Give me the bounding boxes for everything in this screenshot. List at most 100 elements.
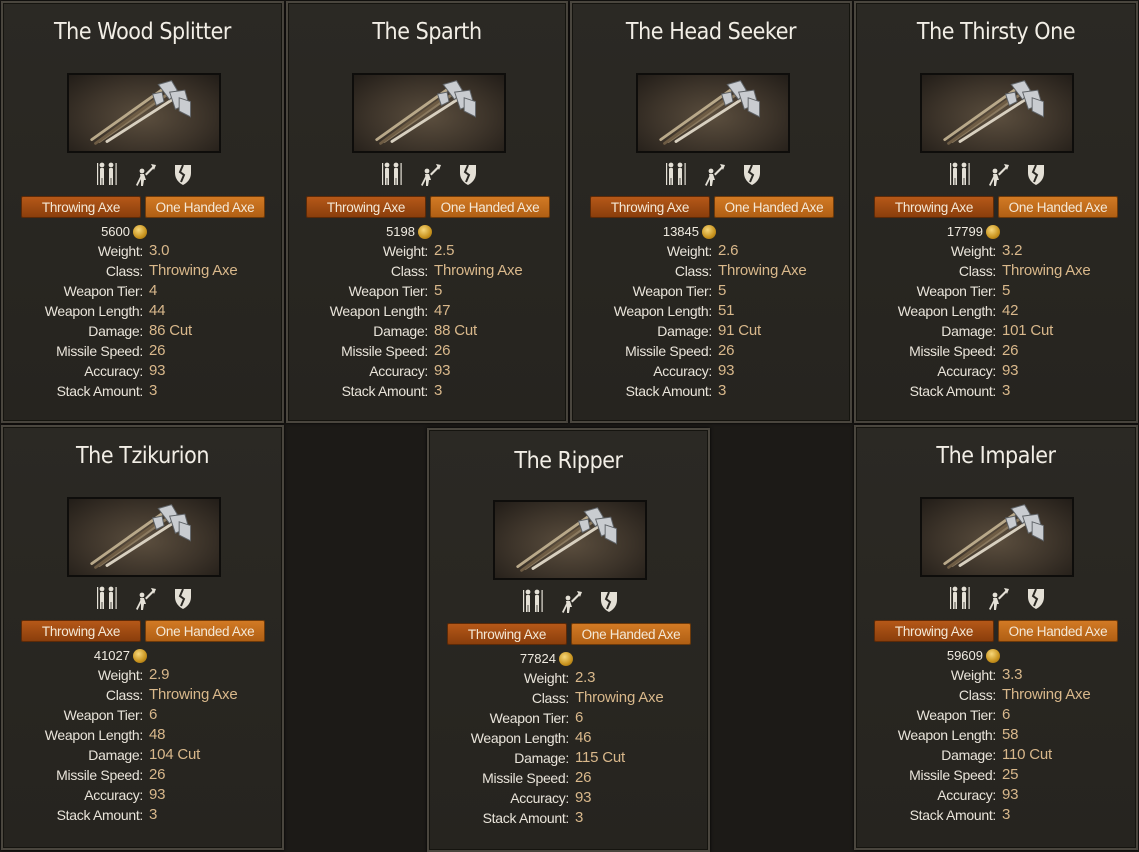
stat-value: 25 (1002, 766, 1019, 783)
stat-value: 93 (149, 362, 166, 379)
stat-label: Weight: (666, 243, 712, 259)
stat-value: 6 (149, 706, 158, 723)
stat-value: 58 (1002, 726, 1019, 743)
stat-label: Class: (105, 263, 143, 279)
weapon-image (67, 73, 221, 153)
stat-value: Throwing Axe (1002, 262, 1091, 279)
stat-label: Weapon Length: (44, 727, 144, 743)
stat-label: Class: (958, 263, 996, 279)
stat-value: 3 (1002, 382, 1011, 399)
weapon-card-0[interactable]: The Wood Splitter Throwing Axe One Hande… (1, 1, 284, 423)
stat-row-stack: Stack Amount: 3 (572, 381, 848, 401)
stat-value: 26 (1002, 342, 1019, 359)
stat-value: 2.6 (718, 242, 739, 259)
stat-label: Damage: (88, 323, 143, 339)
stats-list: Weight: 2.3 Class: Throwing Axe Weapon Tier:… (429, 668, 705, 828)
stat-value: 93 (434, 362, 451, 379)
stat-value: 26 (575, 769, 592, 786)
shield-breaker-icon (456, 161, 480, 187)
stat-label: Missile Speed: (56, 343, 143, 359)
stat-label: Stack Amount: (909, 383, 997, 399)
shield-breaker-icon (171, 585, 195, 611)
stat-label: Stack Amount: (56, 807, 144, 823)
weapon-name: The Ripper (514, 448, 623, 474)
weapon-card-4[interactable]: The Tzikurion Throwing Axe One Handed Ax… (1, 425, 284, 850)
stat-row-damage: Damage: 110 Cut (856, 745, 1132, 765)
stat-label: Weight: (950, 243, 996, 259)
stats-list: Weight: 3.3 Class: Throwing Axe Weapon Tier:… (856, 665, 1132, 825)
stat-value: 26 (149, 342, 166, 359)
stat-value: 2.5 (434, 242, 455, 259)
stat-row-accuracy: Accuracy: 93 (572, 361, 848, 381)
stat-value: 48 (149, 726, 166, 743)
gold-coin-icon (702, 225, 716, 239)
stat-row-length: Weapon Length: 44 (3, 301, 279, 321)
stat-value: 46 (575, 729, 592, 746)
stat-label: Stack Amount: (625, 383, 713, 399)
stat-value: 5 (1002, 282, 1011, 299)
stat-row-stack: Stack Amount: 3 (856, 805, 1132, 825)
price-value: 59609 (946, 648, 983, 663)
stat-label: Damage: (373, 323, 428, 339)
stat-row-class: Class: Throwing Axe (288, 261, 564, 281)
stat-label: Accuracy: (369, 363, 428, 379)
stat-label: Weapon Length: (470, 730, 570, 746)
weapon-card-3[interactable]: The Thirsty One Throwing Axe One Handed … (854, 1, 1138, 423)
stat-value: 3.2 (1002, 242, 1023, 259)
stat-row-missile-speed: Missile Speed: 26 (3, 765, 279, 785)
price-value: 13845 (662, 224, 699, 239)
weapon-card-6[interactable]: The Impaler Throwing Axe One Handed Axe … (854, 425, 1138, 850)
tag-one-handed-axe: One Handed Axe (430, 196, 550, 218)
stat-label: Damage: (941, 747, 996, 763)
tag-throwing-axe: Throwing Axe (874, 620, 994, 642)
gold-coin-icon (133, 649, 147, 663)
stat-row-class: Class: Throwing Axe (856, 685, 1132, 705)
stat-value: 4 (149, 282, 158, 299)
stat-label: Class: (958, 687, 996, 703)
weapon-name: The Wood Splitter (53, 19, 231, 45)
stat-value: Throwing Axe (575, 689, 664, 706)
gold-coin-icon (986, 649, 1000, 663)
price-value: 41027 (93, 648, 130, 663)
stat-label: Accuracy: (937, 363, 996, 379)
tag-throwing-axe: Throwing Axe (21, 620, 141, 642)
infantry-icon (664, 161, 688, 187)
stat-label: Stack Amount: (909, 807, 997, 823)
stat-row-length: Weapon Length: 47 (288, 301, 564, 321)
gold-coin-icon (418, 225, 432, 239)
stat-label: Weapon Length: (329, 303, 429, 319)
stat-value: 26 (718, 342, 735, 359)
tag-one-handed-axe: One Handed Axe (145, 196, 265, 218)
stat-row-tier: Weapon Tier: 4 (3, 281, 279, 301)
stat-row-tier: Weapon Tier: 5 (572, 281, 848, 301)
weapon-card-1[interactable]: The Sparth Throwing Axe One Handed Axe 5… (286, 1, 568, 423)
stat-row-accuracy: Accuracy: 93 (3, 361, 279, 381)
stat-value: 93 (575, 789, 592, 806)
throwing-icon (986, 161, 1010, 187)
stat-row-weight: Weight: 2.9 (3, 665, 279, 685)
gold-coin-icon (559, 652, 573, 666)
stat-row-length: Weapon Length: 58 (856, 725, 1132, 745)
stats-list: Weight: 2.6 Class: Throwing Axe Weapon Tier:… (572, 241, 848, 401)
stat-row-accuracy: Accuracy: 93 (856, 785, 1132, 805)
stat-value: 6 (575, 709, 584, 726)
stat-row-length: Weapon Length: 46 (429, 728, 705, 748)
stat-value: 6 (1002, 706, 1011, 723)
stat-value: Throwing Axe (1002, 686, 1091, 703)
weapon-name: The Thirsty One (916, 19, 1076, 45)
weapon-image (920, 73, 1074, 153)
stat-label: Class: (390, 263, 428, 279)
stats-list: Weight: 3.2 Class: Throwing Axe Weapon Tier:… (856, 241, 1132, 401)
stat-value: 44 (149, 302, 166, 319)
stat-label: Stack Amount: (482, 810, 570, 826)
shield-breaker-icon (740, 161, 764, 187)
stat-label: Weapon Length: (897, 303, 997, 319)
weapon-card-5[interactable]: The Ripper Throwing Axe One Handed Axe 7… (427, 428, 710, 852)
tag-throwing-axe: Throwing Axe (590, 196, 710, 218)
stat-label: Damage: (88, 747, 143, 763)
gold-coin-icon (986, 225, 1000, 239)
stat-row-damage: Damage: 115 Cut (429, 748, 705, 768)
stat-label: Missile Speed: (625, 343, 712, 359)
throwing-icon (418, 161, 442, 187)
weapon-card-2[interactable]: The Head Seeker Throwing Axe One Handed … (570, 1, 852, 423)
